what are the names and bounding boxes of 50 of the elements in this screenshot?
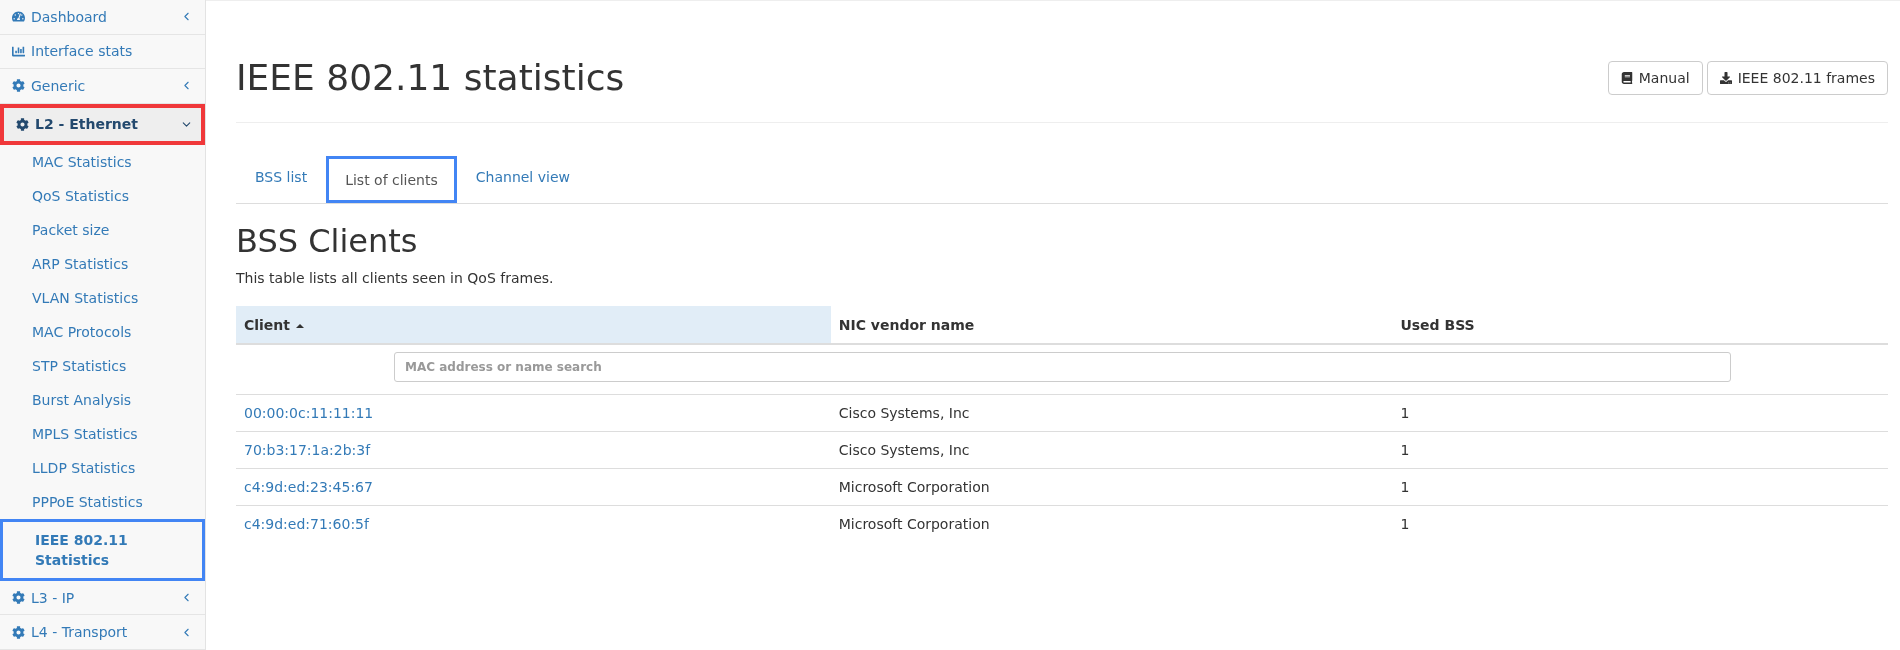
sidebar-subitem[interactable]: QoS Statistics	[0, 179, 205, 214]
sidebar-subitem[interactable]: STP Statistics	[0, 349, 205, 384]
sidebar-item[interactable]: L4 - Transport	[0, 615, 205, 650]
settings-icon	[12, 79, 25, 93]
dashboard-icon	[12, 10, 25, 24]
bar-chart-icon	[12, 44, 25, 58]
table-cell: 1	[1392, 431, 1888, 469]
table-cell: Cisco Systems, Inc	[830, 394, 1393, 432]
sidebar-subitem[interactable]: MAC Statistics	[0, 145, 205, 180]
tab[interactable]: Channel view	[456, 156, 589, 203]
client-link[interactable]: 00:00:0c:11:11:11	[244, 405, 374, 421]
sidebar-item[interactable]: Generic	[0, 69, 205, 104]
column-header[interactable]: Client	[236, 306, 831, 344]
sidebar-item[interactable]: L2 - Ethernet	[0, 103, 205, 146]
sort-caret-icon	[296, 323, 305, 328]
table-cell: 1	[1392, 505, 1888, 543]
sidebar-subitem[interactable]: ARP Statistics	[0, 247, 205, 282]
settings-icon	[12, 591, 25, 605]
client-link[interactable]: c4:9d:ed:23:45:67	[244, 479, 373, 495]
client-link[interactable]: 70:b3:17:1a:2b:3f	[244, 442, 371, 458]
sidebar-subitem[interactable]: MPLS Statistics	[0, 417, 205, 452]
book-icon	[1620, 71, 1633, 84]
search-field[interactable]: MAC address or name search	[394, 352, 1731, 382]
table-cell: Microsoft Corporation	[830, 505, 1393, 543]
header-button[interactable]: IEEE 802.11 frames	[1706, 60, 1888, 95]
sidebar-subitem[interactable]: VLAN Statistics	[0, 281, 205, 316]
settings-icon	[16, 117, 29, 131]
settings-icon	[12, 625, 25, 639]
sidebar-subitem[interactable]: Burst Analysis	[0, 383, 205, 418]
section-title: BSS Clients	[236, 222, 419, 260]
table-cell: Cisco Systems, Inc	[830, 431, 1393, 469]
sidebar-subitem[interactable]: IEEE 802.11 Statistics	[0, 519, 205, 581]
page-title: IEEE 802.11 statistics	[236, 57, 625, 98]
sidebar-subitem[interactable]: LLDP Statistics	[0, 451, 205, 486]
tab[interactable]: BSS list	[236, 156, 327, 203]
column-header[interactable]: NIC vendor name	[830, 306, 1393, 344]
tab[interactable]: List of clients	[326, 156, 457, 203]
sidebar-subitem[interactable]: PPPoE Statistics	[0, 485, 205, 520]
table-cell: 1	[1392, 394, 1888, 432]
sidebar-subitem[interactable]: Packet size	[0, 213, 205, 248]
sidebar-subitem[interactable]: MAC Protocols	[0, 315, 205, 350]
sidebar-item[interactable]: Interface stats	[0, 34, 205, 70]
sidebar-item[interactable]: L3 - IP	[0, 580, 205, 616]
header-button[interactable]: Manual	[1607, 60, 1703, 95]
client-link[interactable]: c4:9d:ed:71:60:5f	[244, 516, 369, 533]
sidebar-item[interactable]: Dashboard	[0, 0, 205, 35]
table-cell: Microsoft Corporation	[830, 468, 1393, 506]
section-description: This table lists all clients seen in QoS frames.	[236, 270, 555, 286]
table-cell: 1	[1392, 468, 1888, 506]
download-icon	[1719, 71, 1732, 84]
